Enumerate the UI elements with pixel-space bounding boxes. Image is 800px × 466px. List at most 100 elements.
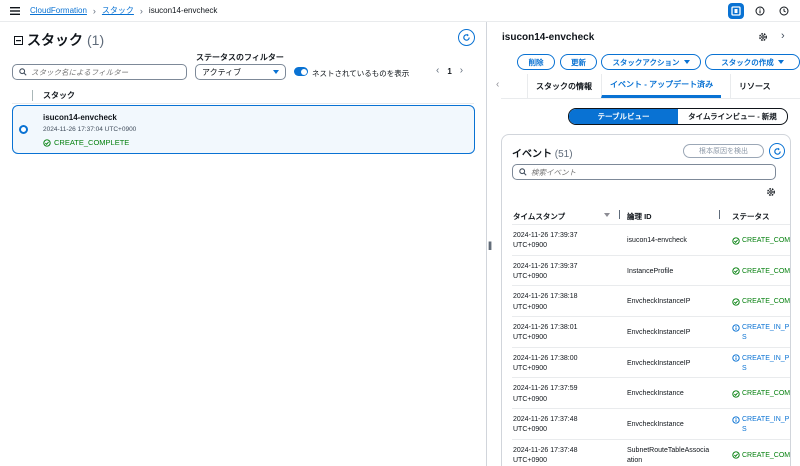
table-row[interactable]: 2024-11-26 17:37:48 UTC+0900 SubnetRouteTa…	[512, 440, 790, 466]
tab-stack-info-label: スタックの情報	[536, 81, 592, 91]
detail-title: isucon14-envcheck	[502, 32, 595, 43]
delete-button[interactable]: 削除	[517, 54, 555, 70]
stack-status-text: CREATE_COMPLETE	[54, 138, 130, 147]
pagination: ‹ 1 ›	[436, 66, 463, 76]
success-icon	[732, 267, 740, 275]
breadcrumb: CloudFormation › スタック › isucon14-envchec…	[30, 5, 217, 16]
chevron-left-icon[interactable]: ‹	[436, 66, 439, 76]
event-timestamp-date: 2024-11-26 17:39:37	[513, 262, 578, 270]
event-timestamp: 2024-11-26 17:38:01 UTC+0900	[513, 323, 613, 343]
chevron-right-icon: ›	[139, 5, 143, 16]
sort-descending-icon[interactable]	[604, 213, 610, 217]
event-timestamp: 2024-11-26 17:39:37 UTC+0900	[513, 262, 613, 282]
event-timestamp: 2024-11-26 17:37:48 UTC+0900	[513, 415, 613, 435]
chevron-left-icon[interactable]: ‹	[496, 79, 499, 90]
table-row[interactable]: 2024-11-26 17:37:59 UTC+0900 EnvcheckInsta…	[512, 378, 790, 410]
update-button[interactable]: 更新	[560, 54, 597, 70]
column-resizer[interactable]	[619, 210, 620, 219]
menu-icon[interactable]	[10, 6, 20, 15]
event-logical-id-text: EnvcheckInstance	[627, 421, 684, 429]
table-view-button[interactable]: テーブルビュー	[569, 109, 678, 124]
refresh-icon	[463, 33, 470, 41]
collapse-icon[interactable]	[14, 35, 23, 45]
table-row[interactable]: 2024-11-26 17:39:37 UTC+0900 isucon14-envc…	[512, 225, 790, 256]
column-header-status[interactable]: ステータス	[732, 211, 770, 222]
page-number[interactable]: 1	[447, 67, 451, 76]
search-icon	[19, 68, 27, 76]
event-logical-id-text: SubnetRouteTableAssocia	[627, 446, 710, 454]
event-logical-id: InstanceProfile	[627, 267, 725, 277]
status-filter-select[interactable]: アクティブ	[195, 64, 286, 80]
column-header-timestamp[interactable]: タイムスタンプ	[513, 211, 565, 222]
split-panel-icon[interactable]	[728, 3, 744, 19]
stack-search-box[interactable]	[12, 64, 187, 80]
create-stack-label: スタックの作成	[721, 57, 774, 67]
event-status-text: CREATE_COM	[742, 267, 791, 275]
event-status-text: CREATE_IN_PI	[742, 354, 791, 362]
table-row[interactable]: 2024-11-26 17:38:00 UTC+0900 EnvcheckInsta…	[512, 348, 791, 379]
stack-row[interactable]: isucon14-envcheck 2024-11-26 17:37:04 UT…	[12, 105, 475, 154]
table-row[interactable]: 2024-11-26 17:39:37 UTC+0900 InstanceProfi…	[512, 256, 791, 287]
stack-name[interactable]: isucon14-envcheck	[43, 113, 117, 122]
success-icon	[732, 390, 740, 398]
info-icon[interactable]	[752, 3, 768, 19]
event-logical-id: isucon14-envcheck	[627, 236, 725, 246]
tab-resources[interactable]: リソース	[730, 74, 779, 98]
events-table-header: タイムスタンプ 論理 ID ステータス	[512, 207, 790, 225]
events-title: イベント (51)	[512, 145, 573, 160]
event-status: CREATE_COM	[732, 389, 790, 399]
events-table-body: 2024-11-26 17:39:37 UTC+0900 isucon14-envc…	[512, 225, 791, 466]
nested-toggle[interactable]	[294, 67, 308, 76]
table-row[interactable]: 2024-11-26 17:37:48 UTC+0900 EnvcheckInsta…	[512, 409, 791, 440]
column-resizer[interactable]	[719, 210, 720, 219]
table-row[interactable]: 2024-11-26 17:38:18 UTC+0900 EnvcheckInsta…	[512, 286, 790, 318]
history-icon[interactable]	[776, 3, 792, 19]
tab-events[interactable]: イベント - アップデート済み	[601, 74, 722, 98]
success-icon	[43, 138, 51, 147]
stacks-count: (1)	[87, 32, 105, 48]
event-logical-id-text-cont: ation	[627, 456, 643, 464]
event-status-text-cont: S	[742, 426, 747, 434]
settings-icon[interactable]	[758, 32, 768, 42]
breadcrumb-cloudformation[interactable]: CloudFormation	[30, 6, 87, 15]
stack-actions-button[interactable]: スタックアクション	[601, 54, 701, 70]
event-timestamp: 2024-11-26 17:37:48 UTC+0900	[513, 446, 613, 466]
event-timestamp-date: 2024-11-26 17:37:48	[513, 416, 578, 424]
chevron-right-icon[interactable]: ›	[460, 66, 463, 76]
divider	[12, 103, 474, 104]
events-search-input[interactable]	[531, 167, 761, 177]
events-search-box[interactable]	[512, 164, 776, 180]
event-timestamp-date: 2024-11-26 17:37:48	[513, 446, 578, 454]
event-status-text: CREATE_IN_PI	[742, 416, 791, 424]
event-timestamp-date: 2024-11-26 17:38:18	[513, 293, 578, 301]
column-header-stack[interactable]: スタック	[32, 90, 75, 101]
stack-search-input[interactable]	[31, 67, 181, 77]
table-row[interactable]: 2024-11-26 17:38:01 UTC+0900 EnvcheckInsta…	[512, 317, 790, 348]
table-settings-icon[interactable]	[766, 187, 776, 197]
timeline-view-button[interactable]: タイムラインビュー - 新規	[678, 109, 787, 124]
breadcrumb-stacks[interactable]: スタック	[102, 5, 134, 16]
stack-timestamp: 2024-11-26 17:37:04 UTC+0900	[43, 126, 137, 133]
top-navigation: CloudFormation › スタック › isucon14-envchec…	[0, 0, 800, 22]
timeline-view-label: タイムラインビュー - 新規	[688, 112, 777, 121]
search-icon	[519, 168, 527, 176]
event-timestamp: 2024-11-26 17:39:37 UTC+0900	[513, 231, 613, 251]
chevron-right-icon[interactable]: ›	[781, 30, 785, 42]
refresh-button[interactable]	[458, 29, 475, 46]
event-timestamp-zone: UTC+0900	[513, 395, 548, 403]
status-filter-label: ステータスのフィルター	[196, 53, 284, 62]
event-timestamp-date: 2024-11-26 17:38:01	[513, 324, 578, 332]
stack-radio[interactable]	[19, 125, 28, 134]
stacks-panel: スタック (1) ステータスのフィルター アクティブ ネストされているものを表示…	[0, 22, 486, 466]
events-refresh-button[interactable]	[769, 143, 785, 159]
stack-status: CREATE_COMPLETE	[43, 138, 129, 147]
create-stack-button[interactable]: スタックの作成	[705, 54, 800, 70]
root-cause-button[interactable]: 根本原因を検出	[683, 144, 764, 158]
column-header-logical-id[interactable]: 論理 ID	[627, 211, 652, 222]
nested-toggle-label: ネストされているものを表示	[312, 69, 410, 78]
tab-stack-info[interactable]: スタックの情報	[527, 74, 600, 98]
event-timestamp-zone: UTC+0900	[513, 272, 548, 280]
tab-resources-label: リソース	[739, 81, 771, 91]
event-timestamp-zone: UTC+0900	[513, 364, 548, 372]
event-timestamp-zone: UTC+0900	[513, 303, 548, 311]
